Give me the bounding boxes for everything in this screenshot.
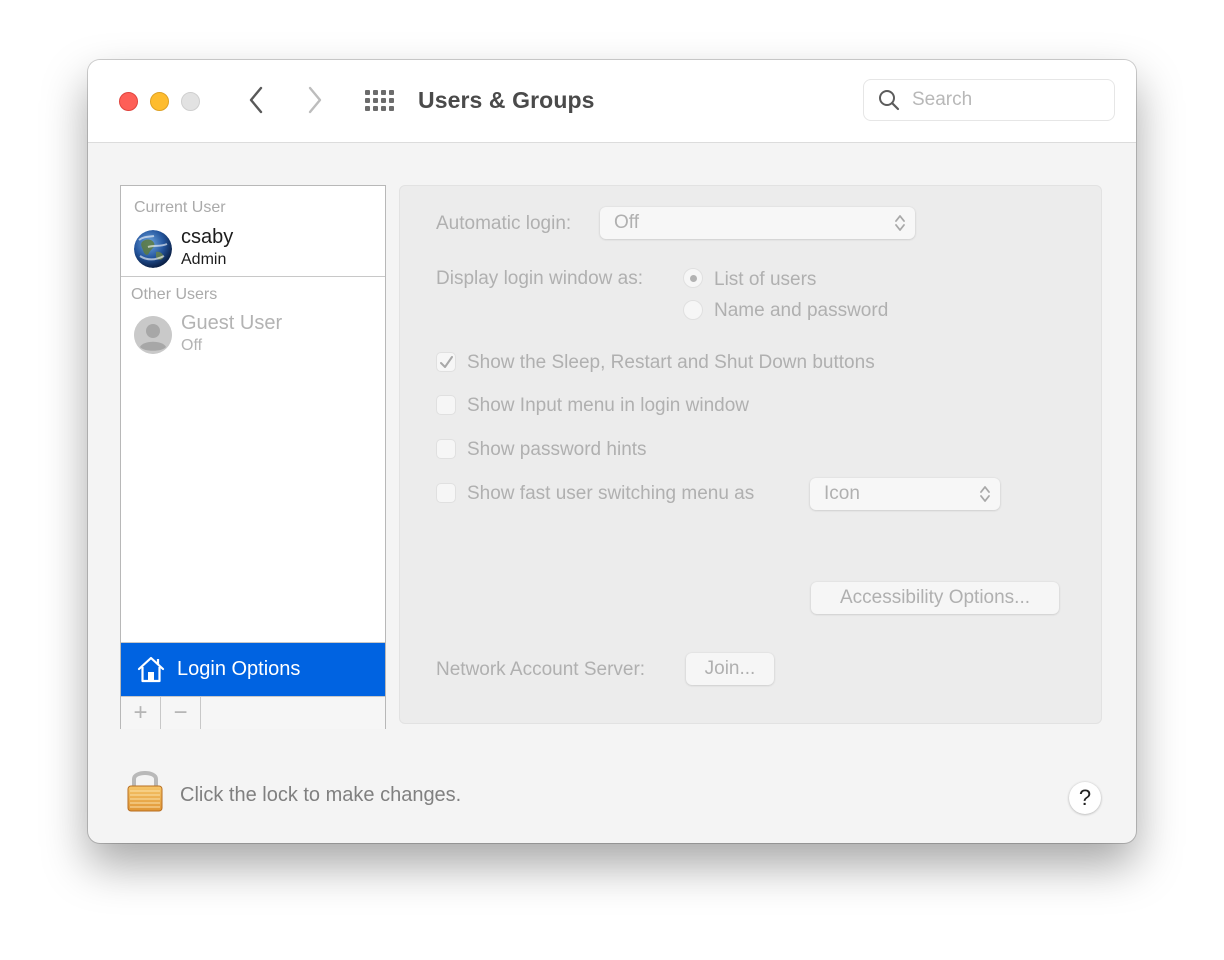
list-footer: + − (121, 696, 385, 729)
automatic-login-popup[interactable]: Off (600, 207, 915, 239)
current-user-header: Current User (134, 199, 226, 216)
preferences-window: Users & Groups Current User (88, 60, 1136, 843)
search-field[interactable] (863, 79, 1115, 121)
login-options-label: Login Options (177, 658, 301, 680)
radio-name-and-password-label: Name and password (714, 300, 889, 321)
users-list: Current User csaby Admin Other Users Gue… (120, 185, 386, 729)
search-input[interactable] (910, 88, 1104, 112)
fast-user-switching-popup[interactable]: Icon (810, 478, 1000, 510)
radio-list-of-users-label: List of users (714, 269, 817, 290)
window-title: Users & Groups (418, 87, 595, 113)
user-name: Guest User (181, 312, 283, 334)
forward-button[interactable] (301, 84, 329, 116)
checkbox-input-menu-label: Show Input menu in login window (467, 395, 750, 416)
checkbox-password-hints-label: Show password hints (467, 439, 647, 460)
join-button[interactable]: Join... (686, 653, 774, 685)
up-down-chevron-icon (895, 215, 905, 231)
toolbar: Users & Groups (88, 60, 1136, 143)
back-button[interactable] (242, 84, 270, 116)
radio-name-and-password[interactable] (683, 300, 703, 320)
up-down-chevron-icon (980, 486, 990, 502)
checkbox-password-hints[interactable] (436, 439, 456, 459)
checkmark-icon (440, 356, 453, 368)
display-login-label: Display login window as: (436, 268, 643, 289)
person-icon (134, 316, 172, 354)
lock-status-text: Click the lock to make changes. (180, 784, 462, 806)
user-role: Admin (181, 251, 227, 268)
checkbox-sleep-restart-shutdown-label: Show the Sleep, Restart and Shut Down bu… (467, 352, 875, 373)
user-name: csaby (181, 226, 234, 248)
remove-user-button[interactable]: − (161, 697, 201, 729)
zoom-button[interactable] (181, 92, 200, 111)
earth-globe-icon (134, 230, 172, 268)
other-users-header: Other Users (131, 286, 218, 303)
show-all-button[interactable] (363, 87, 395, 115)
user-status: Off (181, 337, 203, 354)
accessibility-options-button[interactable]: Accessibility Options... (811, 582, 1059, 614)
login-options-item[interactable]: Login Options (121, 642, 385, 697)
list-divider (121, 276, 385, 277)
minimize-button[interactable] (150, 92, 169, 111)
lock-icon (127, 771, 163, 812)
add-user-button[interactable]: + (121, 697, 161, 729)
checkbox-fast-user-switching[interactable] (436, 483, 456, 503)
search-icon (879, 90, 900, 111)
chevron-right-icon (308, 86, 322, 114)
checkbox-fast-user-switching-label: Show fast user switching menu as (467, 483, 755, 504)
chevron-left-icon (249, 86, 263, 114)
network-account-server-label: Network Account Server: (436, 659, 646, 680)
checkbox-sleep-restart-shutdown[interactable] (436, 352, 456, 372)
house-icon (137, 656, 165, 683)
automatic-login-value: Off (614, 212, 639, 233)
help-button[interactable]: ? (1069, 782, 1101, 814)
avatar (134, 230, 172, 268)
fast-user-switching-value: Icon (824, 483, 860, 504)
radio-list-of-users[interactable] (683, 268, 703, 288)
close-button[interactable] (119, 92, 138, 111)
automatic-login-label: Automatic login: (436, 213, 572, 234)
checkbox-input-menu[interactable] (436, 395, 456, 415)
avatar (134, 316, 172, 354)
login-options-panel: Automatic login: Off Display login windo… (399, 185, 1102, 724)
lock-button[interactable] (126, 767, 164, 818)
user-row-guest[interactable]: Guest User Off (121, 308, 385, 358)
user-row-current[interactable]: csaby Admin (121, 222, 385, 277)
